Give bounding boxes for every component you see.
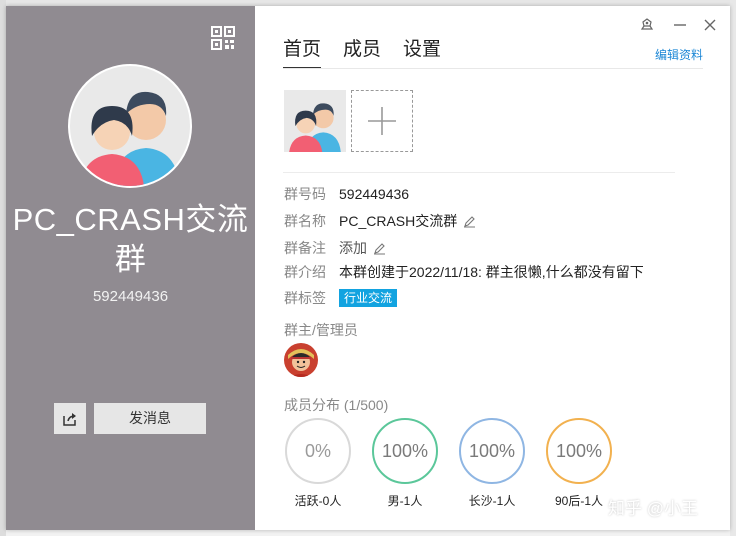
- industry-tag-badge[interactable]: 行业交流: [339, 289, 398, 307]
- group-name-label: 群名称: [284, 213, 326, 229]
- share-button[interactable]: [54, 403, 86, 434]
- tab-members[interactable]: 成员: [343, 34, 381, 69]
- group-intro-label: 群介绍: [284, 264, 326, 280]
- close-icon[interactable]: [701, 16, 719, 34]
- group-intro-row: 群介绍 本群创建于2022/11/18: 群主很懒,什么都没有留下: [284, 262, 644, 282]
- add-remark-button[interactable]: 添加: [339, 238, 386, 258]
- group-number-label: 群号码: [284, 186, 326, 202]
- background-right: [730, 0, 736, 536]
- tab-bar: 首页 成员 设置: [283, 34, 441, 69]
- left-panel: PC_CRASH交流群 592449436 发消息: [6, 6, 255, 530]
- stat-label-active: 活跃-0人: [294, 494, 342, 508]
- stat-label-age: 90后-1人: [554, 494, 604, 508]
- stat-location: 100% 长沙-1人: [459, 418, 525, 509]
- stat-value-male: 100%: [381, 440, 429, 461]
- minimize-icon[interactable]: [671, 16, 689, 34]
- group-number-value: 592449436: [339, 186, 410, 202]
- stat-circle-male: 100%: [372, 418, 438, 484]
- info-divider: [283, 172, 675, 173]
- distribution-title: 成员分布 (1/500): [284, 397, 389, 413]
- pin-icon[interactable]: [638, 16, 656, 34]
- stat-label-location: 长沙-1人: [468, 494, 516, 508]
- owner-avatar[interactable]: [284, 343, 318, 377]
- group-avatar-thumbnail[interactable]: [284, 90, 346, 152]
- group-name-row: 群名称 PC_CRASH交流群: [284, 211, 476, 231]
- group-remark-label: 群备注: [284, 240, 326, 256]
- stat-age: 100% 90后-1人: [546, 418, 612, 509]
- add-remark-text: 添加: [339, 240, 367, 256]
- stat-value-location: 100%: [468, 440, 516, 461]
- group-number-row: 群号码 592449436: [284, 184, 409, 204]
- share-icon: [63, 412, 76, 426]
- plus-icon: [368, 107, 396, 135]
- group-tag-label: 群标签: [284, 290, 326, 306]
- stat-value-age: 100%: [555, 440, 603, 461]
- group-intro-value: 本群创建于2022/11/18: 群主很懒,什么都没有留下: [339, 264, 644, 280]
- stat-circle-active: 0%: [285, 418, 351, 484]
- stat-male: 100% 男-1人: [372, 418, 438, 509]
- stat-circle-location: 100%: [459, 418, 525, 484]
- stat-active: 0% 活跃-0人: [285, 418, 351, 509]
- group-id: 592449436: [92, 288, 169, 305]
- group-profile-window: PC_CRASH交流群 592449436 发消息 首页 成员 设置 编辑资料 …: [6, 6, 730, 530]
- group-tag-row: 群标签 行业交流: [284, 288, 398, 308]
- qr-code-icon[interactable]: [211, 26, 235, 50]
- tab-settings[interactable]: 设置: [403, 34, 441, 69]
- right-panel: 首页 成员 设置 编辑资料 群号码 592449436 群名称 PC_CRASH…: [255, 6, 730, 530]
- tabs-divider: [283, 68, 703, 69]
- watermark: 知乎 @小王: [608, 499, 698, 518]
- group-avatar: [70, 66, 190, 186]
- admins-section-title: 群主/管理员: [284, 322, 358, 338]
- add-photo-button[interactable]: [351, 90, 413, 152]
- pencil-icon: [373, 242, 386, 255]
- stat-circle-age: 100%: [546, 418, 612, 484]
- group-name-value: PC_CRASH交流群: [339, 213, 458, 229]
- tab-home[interactable]: 首页: [283, 34, 322, 69]
- edit-name-pencil-icon[interactable]: [463, 215, 476, 228]
- stat-label-male: 男-1人: [387, 494, 423, 508]
- send-message-button[interactable]: 发消息: [94, 403, 206, 434]
- group-name-heading: PC_CRASH交流群: [12, 202, 249, 277]
- group-remark-row: 群备注 添加: [284, 238, 386, 258]
- stat-value-active: 0%: [304, 440, 331, 461]
- edit-profile-link[interactable]: 编辑资料: [655, 46, 703, 63]
